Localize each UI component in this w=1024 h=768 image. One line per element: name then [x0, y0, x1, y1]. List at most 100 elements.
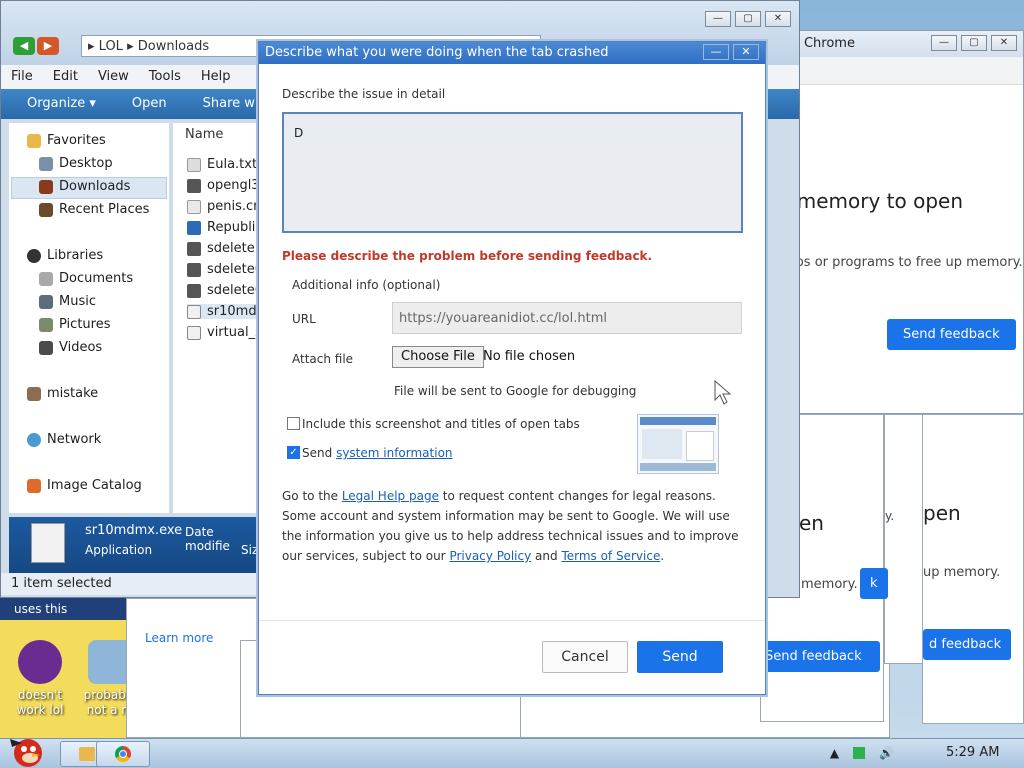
sidebar-label: Documents: [59, 271, 134, 286]
privacy-policy-link[interactable]: Privacy Policy: [449, 549, 531, 563]
desktop-icon-label: doesn't work lol: [16, 688, 64, 717]
application-icon: [187, 325, 201, 340]
image-catalog-icon: [27, 478, 41, 493]
send-button[interactable]: Send: [637, 641, 723, 673]
desktop-icon-yahoo[interactable]: doesn't work lol: [10, 640, 70, 718]
downloads-icon: [39, 179, 53, 194]
screenshot-checkbox[interactable]: [287, 417, 300, 430]
column-header-name[interactable]: Name: [185, 127, 223, 142]
clock[interactable]: 5:29 AM: [946, 745, 999, 760]
issue-textarea[interactable]: D: [282, 112, 743, 233]
feedback-dialog: Describe what you were doing when the ta…: [258, 41, 766, 695]
send-feedback-button[interactable]: k: [860, 568, 888, 599]
start-button[interactable]: [2, 731, 50, 768]
system-tray: ▲ 🔊: [830, 746, 894, 760]
legal-help-link[interactable]: Legal Help page: [342, 489, 439, 503]
sidebar-item-image-catalog[interactable]: Image Catalog: [27, 478, 142, 493]
folder-icon: [79, 747, 95, 761]
send-label: Send: [302, 446, 333, 460]
menu-help[interactable]: Help: [201, 69, 231, 85]
menu-tools[interactable]: Tools: [149, 69, 181, 85]
back-arrow-icon[interactable]: ◀: [13, 37, 35, 55]
file-list: Name Eula.txt opengl32 penis.crt Republi…: [173, 123, 271, 513]
file-item[interactable]: penis.crt: [187, 199, 264, 214]
organize-button[interactable]: Organize ▾: [27, 96, 96, 112]
sidebar-item-mistake[interactable]: mistake: [27, 386, 98, 401]
legal-text-part: Go to the: [282, 489, 342, 503]
maximize-button[interactable]: ▢: [961, 35, 987, 51]
sidebar-item-recent-places[interactable]: Recent Places: [39, 202, 149, 217]
sidebar-item-network[interactable]: Network: [27, 432, 101, 447]
crash-memory-text: up memory.: [923, 565, 1001, 580]
system-information-link[interactable]: system information: [336, 446, 452, 460]
minimize-button[interactable]: —: [931, 35, 957, 51]
application-icon: [187, 304, 201, 319]
libraries-icon: [27, 248, 41, 263]
sidebar-item-videos[interactable]: Videos: [39, 340, 102, 355]
forward-arrow-icon[interactable]: ▶: [37, 37, 59, 55]
breadcrumb-downloads[interactable]: Downloads: [138, 39, 209, 54]
sidebar-label: Downloads: [59, 179, 131, 194]
crash-heading: en: [799, 511, 824, 535]
send-feedback-button[interactable]: Send feedback: [761, 641, 880, 672]
sidebar-label: Videos: [59, 340, 103, 355]
angry-bird-icon: [10, 739, 42, 767]
exe-icon: [187, 262, 201, 277]
learn-more-link[interactable]: Learn more: [145, 631, 213, 645]
close-button[interactable]: ✕: [733, 44, 759, 60]
file-item[interactable]: Republia: [187, 220, 263, 235]
volume-icon[interactable]: 🔊: [879, 746, 894, 760]
minimize-button[interactable]: —: [703, 44, 729, 60]
close-button[interactable]: ✕: [991, 35, 1017, 51]
show-hidden-icons[interactable]: ▲: [830, 746, 839, 760]
system-info-checkbox[interactable]: ✓: [287, 446, 300, 459]
star-icon: [27, 133, 41, 148]
sidebar-item-favorites[interactable]: Favorites: [27, 133, 106, 148]
open-button[interactable]: Open: [132, 96, 167, 112]
thumbnail-titlebar: [640, 417, 716, 425]
url-field[interactable]: https://youareanidiot.cc/lol.html: [392, 302, 742, 334]
sidebar-item-documents[interactable]: Documents: [39, 271, 133, 286]
menu-edit[interactable]: Edit: [53, 69, 78, 85]
file-name: Eula.txt: [207, 157, 258, 172]
documents-icon: [39, 271, 53, 286]
desktop-icon: [39, 156, 53, 171]
videos-icon: [39, 340, 53, 355]
divider: [259, 620, 765, 621]
menu-view[interactable]: View: [98, 69, 129, 85]
file-item[interactable]: sdelete.e: [187, 241, 267, 256]
window-controls: — ▢ ✕: [931, 35, 1017, 51]
file-item[interactable]: virtual_sc: [187, 325, 269, 340]
sidebar-item-music[interactable]: Music: [39, 294, 96, 309]
terms-of-service-link[interactable]: Terms of Service: [561, 549, 660, 563]
yahoo-icon: [18, 640, 62, 684]
network-status-icon[interactable]: [853, 747, 866, 759]
send-feedback-button[interactable]: d feedback: [923, 629, 1012, 660]
file-item[interactable]: opengl32: [187, 178, 268, 193]
screenshot-label: Include this screenshot and titles of op…: [302, 417, 580, 431]
file-item[interactable]: Eula.txt: [187, 157, 257, 172]
minimize-button[interactable]: —: [705, 11, 731, 27]
crash-window-bg: pen up memory. d feedback: [922, 414, 1024, 724]
maximize-button[interactable]: ▢: [735, 11, 761, 27]
nav-pane: Favorites Desktop Downloads Recent Place…: [9, 123, 169, 513]
mouse-cursor-icon: [714, 379, 732, 409]
sidebar-item-pictures[interactable]: Pictures: [39, 317, 110, 332]
choose-file-button[interactable]: Choose File: [392, 346, 484, 368]
close-button[interactable]: ✕: [765, 11, 791, 27]
sidebar-item-downloads[interactable]: Downloads: [39, 179, 130, 194]
share-button[interactable]: Share wit: [203, 96, 264, 112]
send-feedback-button[interactable]: Send feedback: [887, 319, 1016, 350]
cancel-button[interactable]: Cancel: [542, 641, 628, 673]
chrome-icon-center: [119, 750, 127, 758]
file-item[interactable]: sr10mdm: [187, 304, 270, 319]
breadcrumb-lol[interactable]: LOL: [99, 39, 123, 54]
recent-places-icon: [39, 202, 53, 217]
taskbar-chrome[interactable]: [96, 741, 150, 767]
issue-label: Describe the issue in detail: [282, 87, 446, 101]
menu-file[interactable]: File: [11, 69, 33, 85]
sidebar-item-libraries[interactable]: Libraries: [27, 248, 103, 263]
crash-heading: pen: [923, 501, 961, 525]
sidebar-item-desktop[interactable]: Desktop: [39, 156, 113, 171]
music-icon: [39, 294, 53, 309]
